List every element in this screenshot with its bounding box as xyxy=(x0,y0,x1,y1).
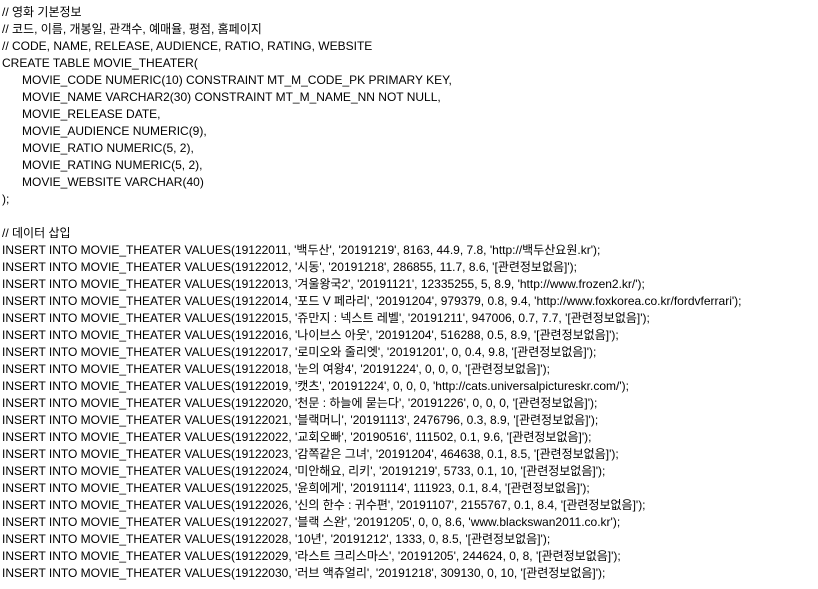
insert-statement: INSERT INTO MOVIE_THEATER VALUES(1912202… xyxy=(2,464,606,478)
insert-statement: INSERT INTO MOVIE_THEATER VALUES(1912202… xyxy=(2,396,598,410)
insert-statement: INSERT INTO MOVIE_THEATER VALUES(1912201… xyxy=(2,294,742,308)
column-definition: MOVIE_NAME VARCHAR2(30) CONSTRAINT MT_M_… xyxy=(22,90,441,104)
column-definition: MOVIE_AUDIENCE NUMERIC(9), xyxy=(22,124,207,138)
insert-statement: INSERT INTO MOVIE_THEATER VALUES(1912202… xyxy=(2,447,619,461)
column-definition: MOVIE_RATING NUMERIC(5, 2), xyxy=(22,158,203,172)
insert-statement: INSERT INTO MOVIE_THEATER VALUES(1912203… xyxy=(2,566,606,580)
insert-statement: INSERT INTO MOVIE_THEATER VALUES(1912201… xyxy=(2,362,550,376)
insert-statement: INSERT INTO MOVIE_THEATER VALUES(1912202… xyxy=(2,549,621,563)
insert-statement: INSERT INTO MOVIE_THEATER VALUES(1912201… xyxy=(2,328,619,342)
insert-statement: INSERT INTO MOVIE_THEATER VALUES(1912201… xyxy=(2,243,601,257)
insert-statement: INSERT INTO MOVIE_THEATER VALUES(1912201… xyxy=(2,311,650,325)
comment-line: // CODE, NAME, RELEASE, AUDIENCE, RATIO,… xyxy=(2,39,373,53)
insert-statement: INSERT INTO MOVIE_THEATER VALUES(1912202… xyxy=(2,515,621,529)
insert-statement: INSERT INTO MOVIE_THEATER VALUES(1912202… xyxy=(2,430,592,444)
create-table-header: CREATE TABLE MOVIE_THEATER( xyxy=(2,56,198,70)
insert-statement: INSERT INTO MOVIE_THEATER VALUES(1912202… xyxy=(2,532,551,546)
insert-statement: INSERT INTO MOVIE_THEATER VALUES(1912201… xyxy=(2,260,577,274)
comment-line: // 영화 기본정보 xyxy=(2,5,82,19)
insert-statement: INSERT INTO MOVIE_THEATER VALUES(1912202… xyxy=(2,413,599,427)
insert-statement: INSERT INTO MOVIE_THEATER VALUES(1912201… xyxy=(2,345,597,359)
insert-statement: INSERT INTO MOVIE_THEATER VALUES(1912202… xyxy=(2,481,590,495)
column-definition: MOVIE_RELEASE DATE, xyxy=(22,107,161,121)
insert-statement: INSERT INTO MOVIE_THEATER VALUES(1912201… xyxy=(2,379,629,393)
comment-line: // 코드, 이름, 개봉일, 관객수, 예매율, 평점, 홈페이지 xyxy=(2,22,262,36)
column-definition: MOVIE_CODE NUMERIC(10) CONSTRAINT MT_M_C… xyxy=(22,73,452,87)
column-definition: MOVIE_WEBSITE VARCHAR(40) xyxy=(22,175,204,189)
create-table-footer: ); xyxy=(2,192,10,206)
insert-statement: INSERT INTO MOVIE_THEATER VALUES(1912201… xyxy=(2,277,645,291)
column-definition: MOVIE_RATIO NUMERIC(5, 2), xyxy=(22,141,194,155)
insert-statement: INSERT INTO MOVIE_THEATER VALUES(1912202… xyxy=(2,498,646,512)
sql-text-area[interactable]: // 영화 기본정보 // 코드, 이름, 개봉일, 관객수, 예매율, 평점,… xyxy=(2,4,816,582)
comment-line: // 데이터 삽입 xyxy=(2,226,71,240)
